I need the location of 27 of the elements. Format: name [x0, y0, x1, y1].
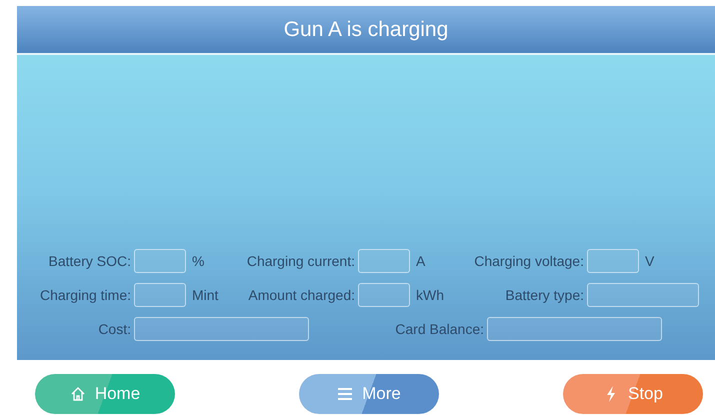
input-field[interactable] [358, 249, 410, 273]
field-label: Battery SOC: [48, 253, 131, 269]
field-label: Charging voltage: [473, 253, 584, 269]
input-field[interactable] [134, 283, 186, 307]
unit-label: Mint [191, 287, 220, 303]
input-field[interactable] [134, 317, 309, 341]
unit-label: % [191, 253, 206, 269]
home-button[interactable]: Home [35, 374, 175, 414]
input-field[interactable] [358, 283, 410, 307]
unit-label: V [644, 253, 656, 269]
field-label: Card Balance: [394, 321, 484, 337]
unit-label: kWh [415, 287, 445, 303]
stop-button[interactable]: Stop [563, 374, 703, 414]
unit-label: A [415, 253, 426, 269]
input-field[interactable] [134, 249, 186, 273]
window-title: Gun A is charging [284, 18, 448, 42]
input-field[interactable] [587, 283, 699, 307]
input-field[interactable] [487, 317, 662, 341]
field-label: Amount charged: [247, 287, 355, 303]
menu-icon [337, 386, 354, 402]
field-label: Battery type: [504, 287, 584, 303]
field-label: Charging current: [246, 253, 355, 269]
menu-button[interactable]: More [299, 374, 439, 414]
field-label: Charging time: [38, 287, 131, 303]
home-icon [70, 386, 86, 402]
input-field[interactable] [587, 249, 639, 273]
field-label: Cost: [97, 321, 131, 337]
